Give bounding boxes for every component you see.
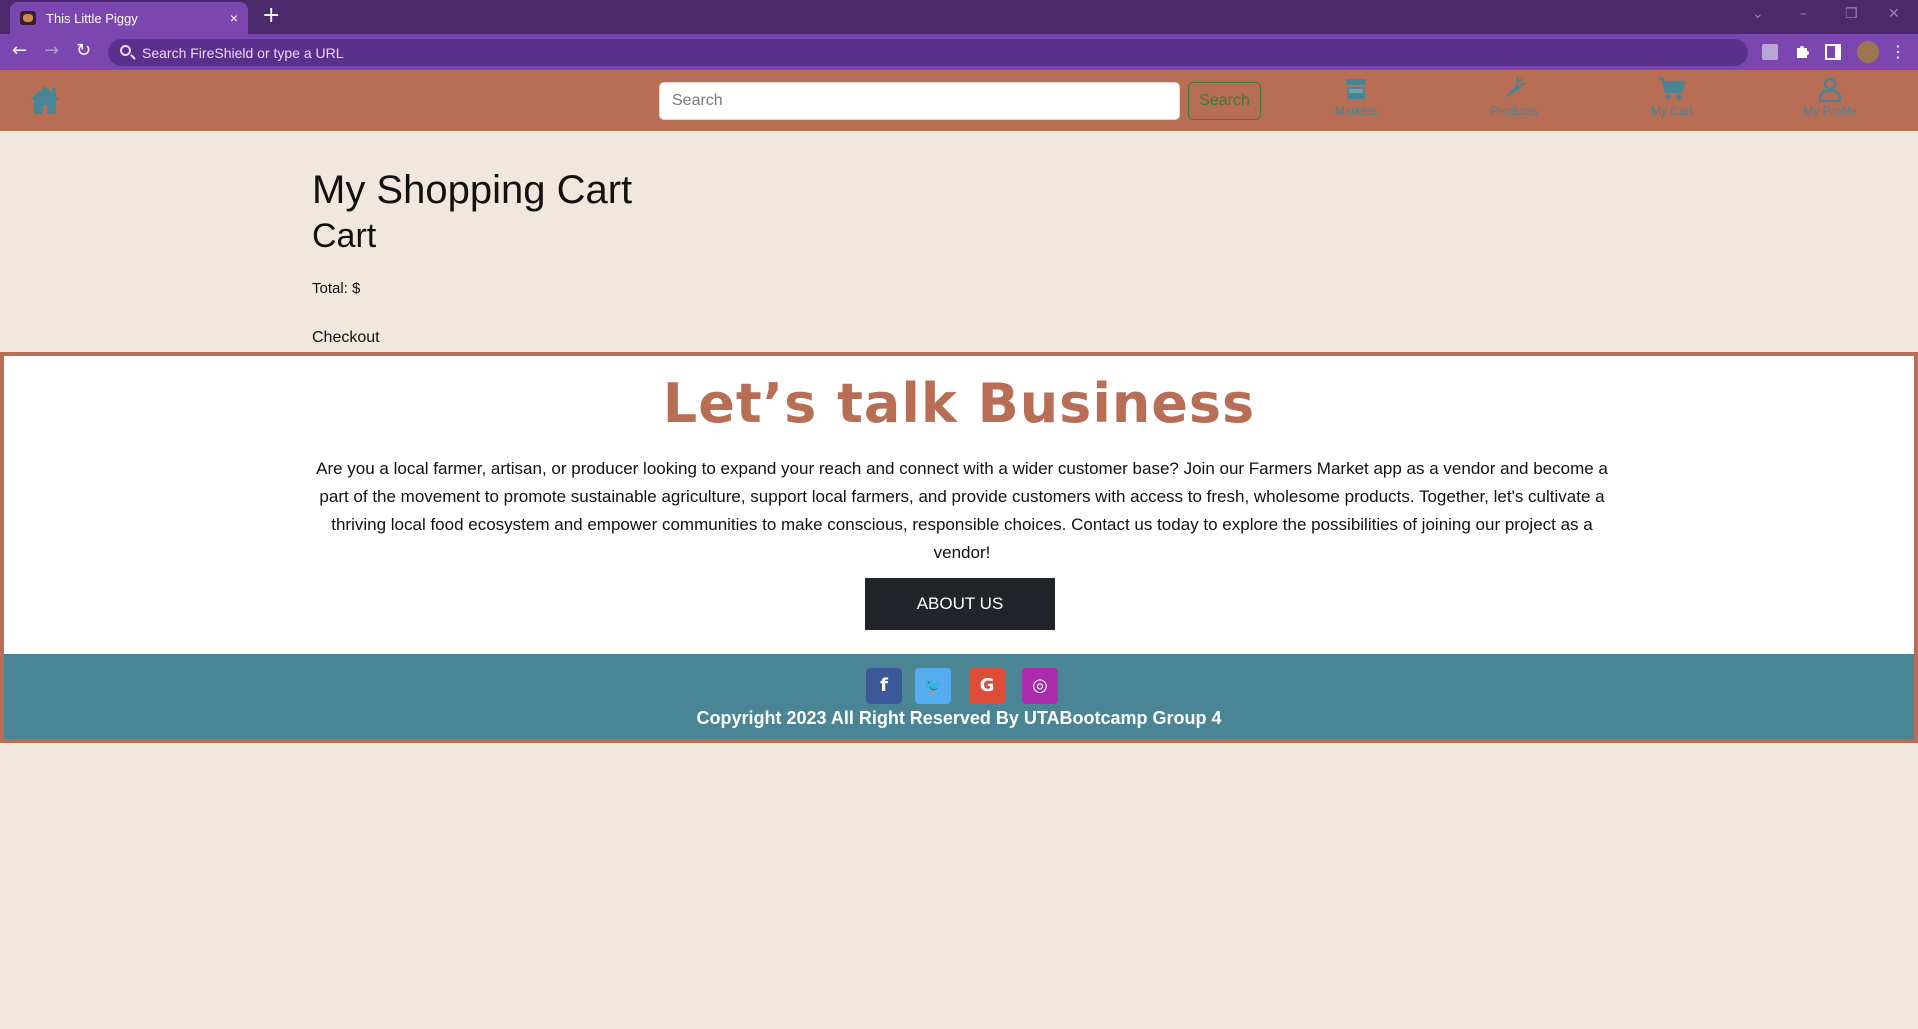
tab-title: This Little Piggy <box>46 10 138 26</box>
cart-icon <box>1659 77 1686 100</box>
nav-cart[interactable]: My Cart <box>1622 76 1722 118</box>
home-icon[interactable] <box>28 84 62 116</box>
google-icon[interactable]: G <box>969 668 1005 704</box>
cart-heading: Cart <box>312 217 377 255</box>
browser-tabstrip: This Little Piggy × + ⌄ – ❐ ✕ <box>0 0 1918 34</box>
cart-total: Total: $ <box>312 280 361 297</box>
about-us-button[interactable]: ABOUT US <box>865 578 1055 630</box>
page-title: My Shopping Cart <box>312 168 633 212</box>
close-window-button[interactable]: ✕ <box>1888 6 1900 22</box>
user-icon <box>1818 77 1842 102</box>
puzzle-icon[interactable] <box>1794 44 1810 60</box>
search-button[interactable]: Search <box>1188 82 1261 120</box>
address-bar-placeholder: Search FireShield or type a URL <box>142 44 344 61</box>
new-tab-button[interactable]: + <box>262 5 280 27</box>
facebook-icon[interactable]: f <box>866 668 902 704</box>
nav-products-label: Products <box>1490 104 1538 118</box>
business-description: Are you a local farmer, artisan, or prod… <box>316 459 1608 562</box>
checkout-link[interactable]: Checkout <box>312 329 380 347</box>
nav-cart-label: My Cart <box>1651 104 1693 118</box>
search-icon <box>120 45 131 56</box>
nav-markets[interactable]: Markets <box>1306 76 1406 118</box>
pig-favicon-icon <box>20 11 36 25</box>
tab-search-icon[interactable]: ⌄ <box>1752 6 1764 22</box>
browser-toolbar: ← → ↻ Search FireShield or type a URL ⋮ <box>0 34 1918 70</box>
browser-tab[interactable]: This Little Piggy × <box>10 2 248 34</box>
business-section: Let’s talk Business Are you a local farm… <box>0 352 1918 743</box>
nav-markets-label: Markets <box>1334 104 1378 118</box>
footer: f 🐦 G ◎ Copyright 2023 All Right Reserve… <box>4 654 1914 739</box>
copyright-text: Copyright 2023 All Right Reserved By UTA… <box>696 708 1222 728</box>
reload-icon[interactable]: ↻ <box>76 41 91 61</box>
market-icon <box>1346 79 1366 99</box>
tab-close-icon[interactable]: × <box>230 10 238 26</box>
cart-section: My Shopping Cart Cart <box>312 166 632 258</box>
back-arrow-icon[interactable]: ← <box>12 41 27 61</box>
carrot-icon <box>1505 76 1526 98</box>
nav-profile[interactable]: My Profile <box>1780 76 1880 118</box>
address-bar[interactable]: Search FireShield or type a URL <box>108 39 1748 66</box>
forward-arrow-icon[interactable]: → <box>44 41 59 61</box>
extension-icon[interactable] <box>1762 44 1778 60</box>
minimize-button[interactable]: – <box>1800 6 1807 22</box>
sidebar-icon[interactable] <box>1825 44 1841 60</box>
nav-products[interactable]: Products <box>1464 76 1564 118</box>
restore-button[interactable]: ❐ <box>1845 6 1858 22</box>
business-heading: Let’s talk Business <box>662 372 1256 435</box>
site-navbar: Search Markets Products My Cart My Profi… <box>0 70 1918 131</box>
search-input[interactable] <box>659 82 1180 120</box>
instagram-icon[interactable]: ◎ <box>1022 668 1058 704</box>
nav-profile-label: My Profile <box>1803 104 1857 118</box>
twitter-icon[interactable]: 🐦 <box>915 668 951 704</box>
menu-kebab-icon[interactable]: ⋮ <box>1890 42 1906 62</box>
avatar[interactable] <box>1857 41 1879 63</box>
